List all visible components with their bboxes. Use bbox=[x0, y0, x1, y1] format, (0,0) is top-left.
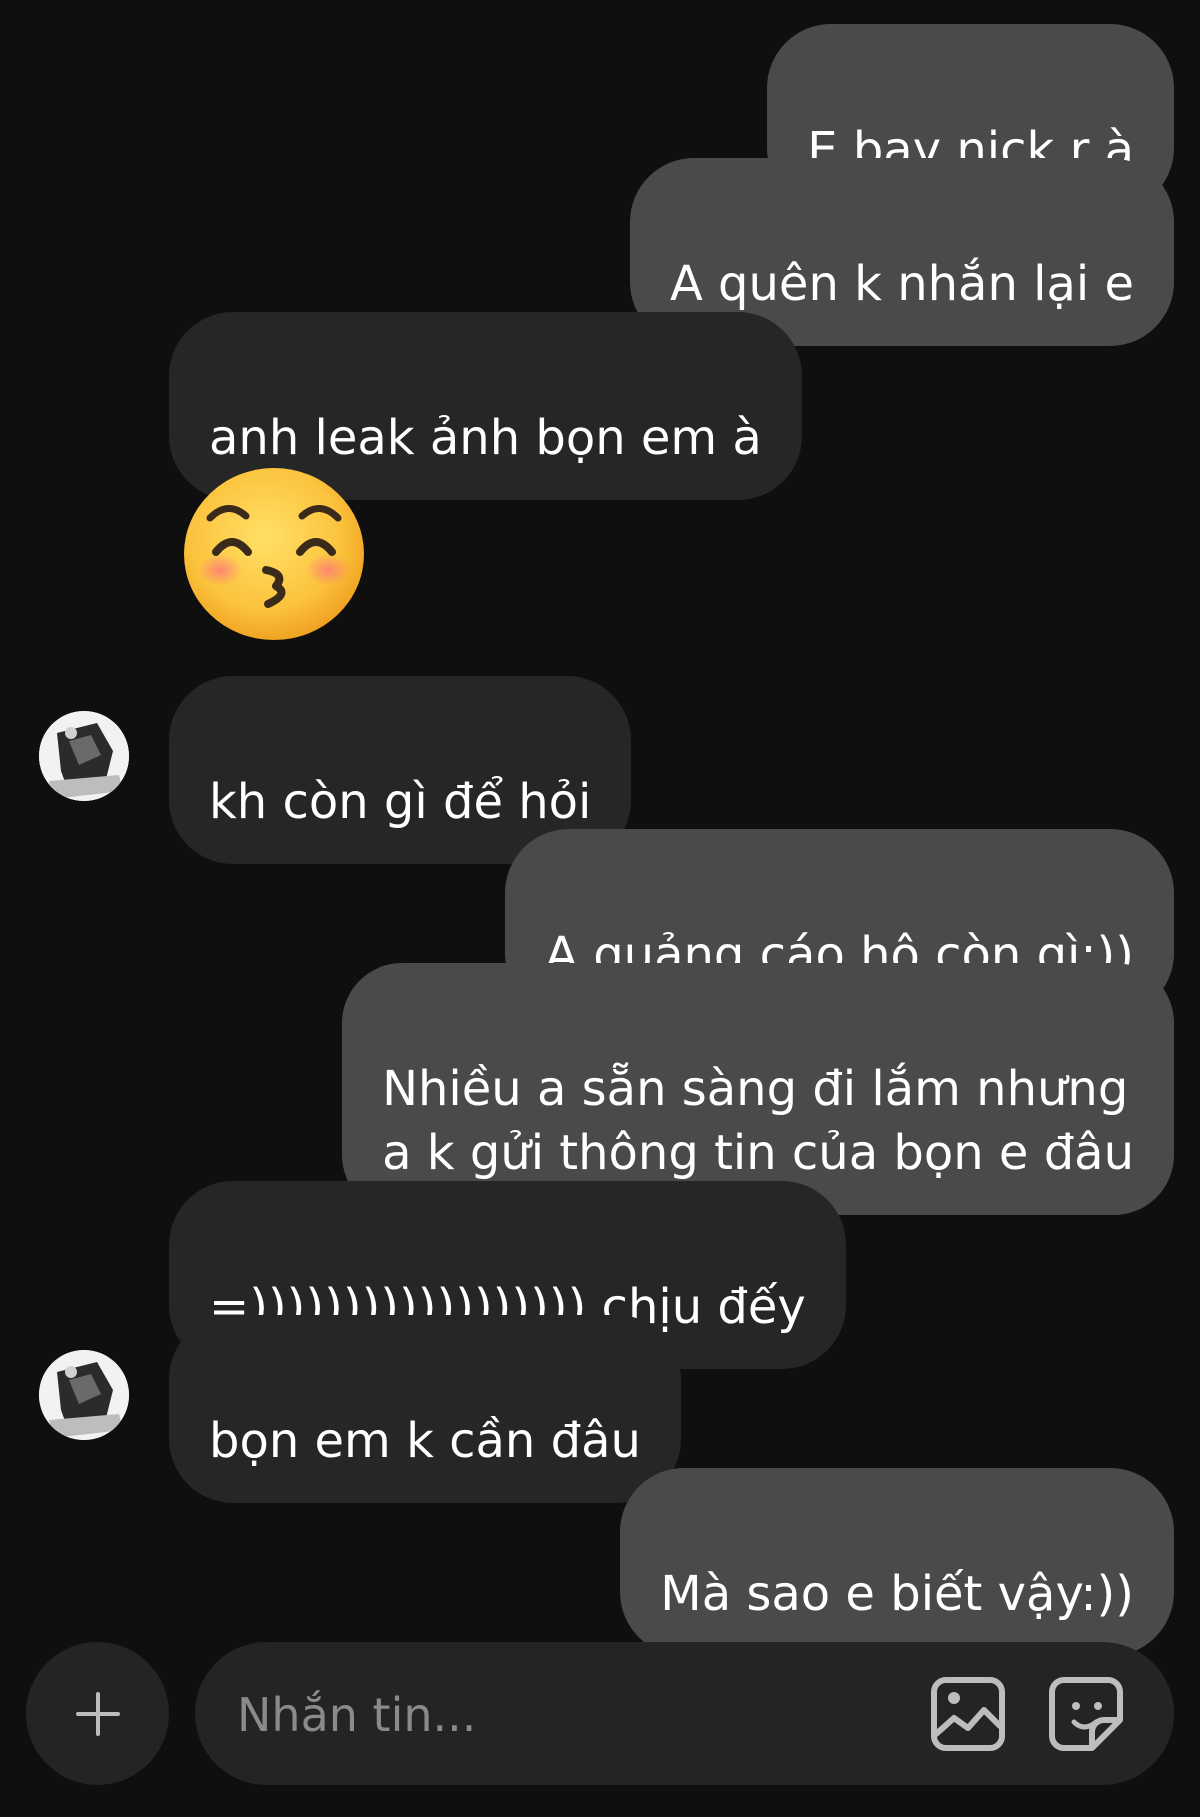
sticker-icon bbox=[1049, 1677, 1123, 1751]
message-text: Mà sao e biết vậy:)) bbox=[660, 1566, 1134, 1622]
message-bubble-sent[interactable]: Mà sao e biết vậy:)) bbox=[620, 1468, 1174, 1656]
avatar-image bbox=[39, 1350, 129, 1440]
add-attachment-button[interactable] bbox=[26, 1642, 169, 1785]
kissing-face-with-smiling-eyes-icon[interactable] bbox=[182, 466, 366, 642]
message-text: bọn em k cần đâu bbox=[209, 1413, 641, 1469]
message-text: kh còn gì để hỏi bbox=[209, 774, 592, 830]
message-input[interactable] bbox=[235, 1642, 879, 1787]
message-bubble-received[interactable]: bọn em k cần đâu bbox=[169, 1315, 681, 1503]
message-text: Nhiều a sẵn sàng đi lắm nhưng a k gửi th… bbox=[382, 1061, 1134, 1181]
image-icon bbox=[931, 1677, 1005, 1751]
plus-icon bbox=[75, 1691, 120, 1736]
send-sticker-button[interactable] bbox=[1046, 1674, 1126, 1754]
chat-thread: E bay nick r à A quên k nhắn lại e anh l… bbox=[0, 0, 1200, 1656]
avatar[interactable] bbox=[39, 711, 129, 801]
message-text: A quên k nhắn lại e bbox=[669, 256, 1134, 312]
avatar[interactable] bbox=[39, 1350, 129, 1440]
send-image-button[interactable] bbox=[928, 1674, 1008, 1754]
message-input-container bbox=[195, 1642, 1174, 1787]
message-bubble-sent[interactable]: Nhiều a sẵn sàng đi lắm nhưng a k gửi th… bbox=[342, 963, 1174, 1215]
message-composer bbox=[0, 1630, 1200, 1817]
message-text: anh leak ảnh bọn em à bbox=[209, 410, 762, 466]
avatar-image bbox=[39, 711, 129, 801]
